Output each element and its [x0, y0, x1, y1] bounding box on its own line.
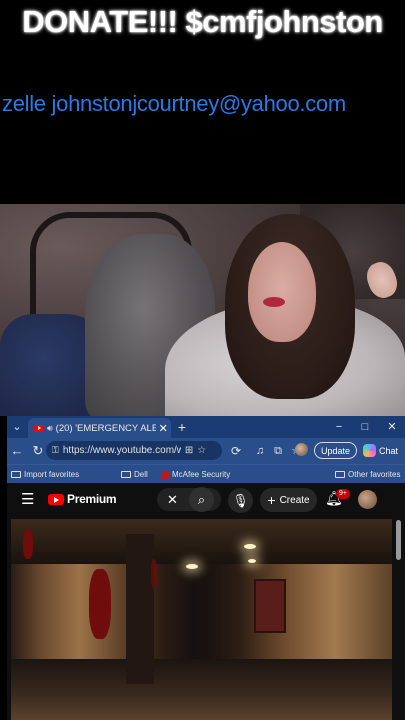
hamburger-menu-icon[interactable]: ☰: [21, 490, 34, 508]
fav-other-favorites[interactable]: Other favorites: [335, 465, 400, 484]
fav-import-favorites[interactable]: Import favorites: [11, 465, 79, 484]
address-toolbar: ← ↻ ⚿ https://www.youtube.com/wat... ⊞ ☆…: [7, 438, 405, 464]
fav-mcafee-security[interactable]: McAfee Security: [161, 465, 230, 484]
zelle-overlay-text: zelle johnstonjcourtney@yahoo.com: [2, 91, 346, 116]
plus-icon: +: [267, 492, 276, 508]
voice-search-mic-icon[interactable]: 🎙︎: [228, 488, 253, 513]
mcafee-icon: [161, 470, 169, 479]
window-close-button[interactable]: ✕: [385, 416, 399, 438]
fav-label: Import favorites: [24, 470, 80, 479]
video-door-end: [254, 579, 286, 633]
youtube-play-icon: [48, 493, 64, 505]
youtube-premium-label: Premium: [67, 492, 117, 506]
youtube-page: ☰ Premium ✕ ⌕ 🎙︎ + Create 🔔︎ 9+: [7, 483, 405, 720]
favorites-bar: Import favorites Dell McAfee Security Ot…: [7, 464, 405, 484]
copilot-icon: [363, 444, 376, 457]
tab-bar: ⌄ 🔊︎ (20) 'EMERGENCY ALERT Actio ✕ + − □…: [7, 416, 405, 438]
video-ceiling-light: [186, 564, 198, 569]
fav-label: McAfee Security: [172, 470, 231, 479]
video-ceiling-light: [244, 544, 256, 549]
copilot-chat-button[interactable]: Chat: [363, 442, 401, 459]
update-button[interactable]: Update: [314, 442, 357, 459]
youtube-logo[interactable]: Premium: [48, 492, 117, 506]
url-text: https://www.youtube.com/wat...: [62, 445, 181, 456]
webcam-feed: [0, 204, 405, 416]
fav-label: Other favorites: [348, 470, 401, 479]
refresh-page-icon[interactable]: ⟳: [229, 440, 243, 462]
video-blood-stain: [23, 529, 33, 559]
speaker-icon[interactable]: 🔊︎: [47, 423, 53, 434]
address-bar[interactable]: ⚿ https://www.youtube.com/wat... ⊞ ☆: [46, 441, 222, 460]
donate-overlay-text: DONATE!!! $cmfjohnston: [22, 4, 383, 39]
maximize-button[interactable]: □: [358, 416, 372, 438]
profile-avatar[interactable]: [295, 443, 308, 456]
site-info-icon[interactable]: ⚿: [52, 445, 59, 456]
tab-menu-icon[interactable]: ⌄: [10, 416, 24, 438]
collections-icon[interactable]: ⧉: [271, 440, 285, 462]
chat-label: Chat: [379, 445, 399, 456]
tab-close-icon[interactable]: ✕: [159, 422, 168, 435]
video-hallway-ceiling: [11, 519, 392, 564]
clear-search-icon[interactable]: ✕: [160, 487, 185, 512]
create-label: Create: [279, 494, 310, 506]
new-tab-button[interactable]: +: [175, 416, 189, 438]
search-bar[interactable]: ✕ ⌕: [157, 487, 221, 512]
fav-label: Dell: [134, 470, 148, 479]
tab-title: (20) 'EMERGENCY ALERT Actio: [55, 422, 156, 434]
account-avatar[interactable]: [358, 490, 377, 509]
video-hallway-floor: [11, 659, 392, 720]
video-blood-stain: [151, 559, 157, 589]
folder-icon: [335, 471, 345, 478]
import-icon: [11, 471, 21, 478]
browser-window: ⌄ 🔊︎ (20) 'EMERGENCY ALERT Actio ✕ + − □…: [7, 416, 405, 720]
video-ceiling-light: [248, 559, 256, 563]
folder-icon: [121, 471, 131, 478]
video-door-left: [126, 534, 154, 684]
media-control-icon[interactable]: ♫: [253, 440, 267, 462]
refresh-icon[interactable]: ↻: [31, 440, 45, 462]
search-icon[interactable]: ⌕: [189, 487, 214, 512]
notification-count-badge: 9+: [336, 489, 350, 499]
video-blood-stain: [89, 569, 111, 639]
app-available-icon[interactable]: ⊞: [185, 445, 193, 456]
tab-active[interactable]: 🔊︎ (20) 'EMERGENCY ALERT Actio ✕: [28, 418, 171, 438]
back-arrow-icon[interactable]: ←: [10, 440, 24, 462]
youtube-favicon-icon: [34, 424, 44, 432]
favorite-star-icon[interactable]: ☆: [197, 445, 206, 456]
create-button[interactable]: + Create: [260, 488, 317, 512]
video-player[interactable]: [11, 519, 392, 720]
minimize-button[interactable]: −: [332, 416, 346, 438]
youtube-header: ☰ Premium ✕ ⌕ 🎙︎ + Create 🔔︎ 9+: [7, 483, 397, 517]
face: [248, 242, 316, 342]
page-scrollbar[interactable]: [396, 520, 401, 560]
fav-dell[interactable]: Dell: [121, 465, 148, 484]
lips: [263, 297, 285, 307]
